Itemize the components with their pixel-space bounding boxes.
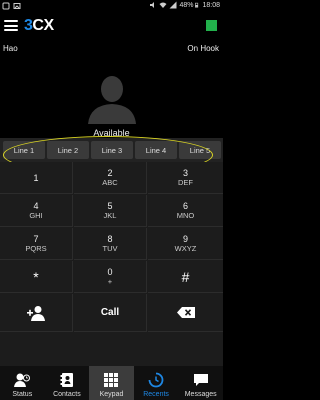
key-9[interactable]: 9 WXYZ	[148, 228, 223, 260]
key-3[interactable]: 3 DEF	[148, 162, 223, 194]
avatar-silhouette-icon	[88, 76, 136, 124]
key-hash[interactable]: #	[148, 261, 223, 293]
key-4[interactable]: 4 GHI	[0, 195, 73, 227]
hook-status: On Hook	[187, 44, 219, 53]
tab-contacts[interactable]: Contacts	[45, 366, 90, 400]
status-icon	[14, 373, 31, 387]
recents-clock-icon	[148, 372, 164, 388]
tab-recents[interactable]: Recents	[134, 366, 179, 400]
menu-icon[interactable]	[4, 20, 18, 31]
key-star[interactable]: *	[0, 261, 73, 293]
wifi-icon	[159, 2, 167, 8]
key-7[interactable]: 7 PQRS	[0, 228, 73, 260]
system-indicators: 48% 18:08	[149, 1, 220, 9]
key-6[interactable]: 6 MNO	[148, 195, 223, 227]
mute-icon	[150, 2, 155, 8]
line-4-button[interactable]: Line 4	[135, 141, 177, 159]
key-0[interactable]: 0 +	[74, 261, 147, 293]
app-logo: 3CX	[24, 17, 54, 34]
lines-selector: Line 1 Line 2 Line 3 Line 4 Line 5	[3, 141, 233, 159]
line-5-button[interactable]: Line 5	[179, 141, 221, 159]
tab-keypad[interactable]: Keypad	[89, 366, 134, 400]
key-8[interactable]: 8 TUV	[74, 228, 147, 260]
signal-icon	[169, 1, 177, 9]
add-contact-button[interactable]	[0, 294, 73, 332]
line-3-button[interactable]: Line 3	[91, 141, 133, 159]
line-2-button[interactable]: Line 2	[47, 141, 89, 159]
contacts-icon	[60, 373, 73, 387]
call-button[interactable]: Call	[74, 294, 147, 332]
line-1-button[interactable]: Line 1	[3, 141, 45, 159]
backspace-icon	[176, 307, 195, 318]
tab-messages[interactable]: Messages	[178, 366, 223, 400]
messages-bubble-icon	[193, 374, 208, 386]
notification-icons	[2, 2, 21, 10]
battery-icon	[195, 2, 199, 8]
tab-status[interactable]: Status	[0, 366, 45, 400]
account-name: Hao	[3, 44, 18, 53]
key-2[interactable]: 2 ABC	[74, 162, 147, 194]
presence-status-indicator[interactable]	[206, 20, 217, 31]
image-notification-icon	[13, 3, 21, 9]
availability-status: Available	[93, 128, 130, 138]
app-header: 3CX	[0, 12, 223, 38]
battery-percent: 48%	[179, 1, 194, 9]
key-1[interactable]: 1	[0, 162, 73, 194]
dial-keypad: 1 2 ABC 3 DEF 4 GHI 5 JKL 6 MNO 7 PQRS 8…	[0, 162, 223, 366]
clock: 18:08	[202, 1, 220, 9]
notification-icon	[2, 2, 10, 10]
backspace-button[interactable]	[148, 294, 223, 332]
bottom-navigation: Status Contacts Keypad Recents Messages	[0, 366, 223, 400]
keypad-grid-icon	[104, 373, 119, 387]
key-5[interactable]: 5 JKL	[74, 195, 147, 227]
add-contact-icon	[27, 305, 45, 321]
system-status-bar: 48% 18:08	[0, 0, 223, 12]
